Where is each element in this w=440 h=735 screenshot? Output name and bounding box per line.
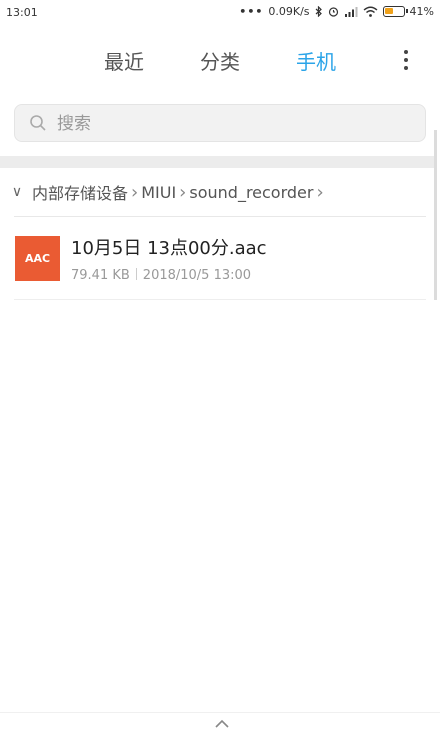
battery-percent: 41% bbox=[409, 5, 434, 18]
file-meta: 79.41 KB 2018/10/5 13:00 bbox=[71, 268, 251, 283]
divider bbox=[14, 299, 426, 300]
search-bar[interactable] bbox=[14, 104, 426, 142]
search-input[interactable] bbox=[55, 108, 399, 140]
more-menu-icon[interactable] bbox=[404, 50, 410, 72]
file-size: 79.41 KB bbox=[71, 268, 130, 283]
alarm-icon bbox=[328, 7, 338, 17]
scrollbar[interactable] bbox=[434, 130, 437, 300]
chevron-right-icon: › bbox=[179, 181, 187, 203]
list-item[interactable]: AAC 10月5日 13点00分.aac 79.41 KB 2018/10/5 1… bbox=[0, 222, 434, 298]
file-name: 10月5日 13点00分.aac bbox=[71, 238, 267, 259]
signal-icon bbox=[344, 7, 358, 17]
aac-file-icon: AAC bbox=[15, 236, 60, 281]
breadcrumb-item-internal-storage[interactable]: 内部存储设备 bbox=[32, 180, 128, 204]
tab-phone[interactable]: 手机 bbox=[296, 46, 336, 75]
status-icons: ••• 0.09K/s 41% bbox=[239, 5, 434, 18]
tab-bar: 最近 分类 手机 bbox=[0, 36, 440, 84]
status-time: 13:01 bbox=[6, 6, 38, 19]
chevron-down-icon[interactable]: ∨ bbox=[2, 184, 32, 200]
notification-dots: ••• bbox=[239, 5, 264, 18]
chevron-right-icon: › bbox=[316, 181, 324, 203]
file-date: 2018/10/5 13:00 bbox=[142, 268, 252, 283]
breadcrumb-item-miui[interactable]: MIUI bbox=[141, 183, 176, 202]
network-speed: 0.09K/s bbox=[268, 5, 310, 18]
chevron-right-icon: › bbox=[131, 181, 139, 203]
wifi-icon bbox=[363, 6, 377, 17]
battery-icon bbox=[382, 6, 408, 17]
meta-separator bbox=[135, 268, 137, 280]
tab-category[interactable]: 分类 bbox=[200, 46, 240, 75]
bottom-bar bbox=[0, 712, 440, 735]
status-bar: 13:01 ••• 0.09K/s 41% bbox=[0, 0, 440, 26]
divider bbox=[14, 216, 426, 217]
tab-recent[interactable]: 最近 bbox=[104, 46, 144, 75]
search-icon bbox=[30, 115, 46, 131]
breadcrumb: ∨ 内部存储设备 › MIUI › sound_recorder › bbox=[0, 172, 434, 212]
pull-handle-icon[interactable] bbox=[214, 717, 230, 729]
bluetooth-icon bbox=[315, 6, 322, 17]
section-divider bbox=[0, 156, 434, 168]
breadcrumb-item-sound-recorder[interactable]: sound_recorder bbox=[189, 183, 313, 202]
